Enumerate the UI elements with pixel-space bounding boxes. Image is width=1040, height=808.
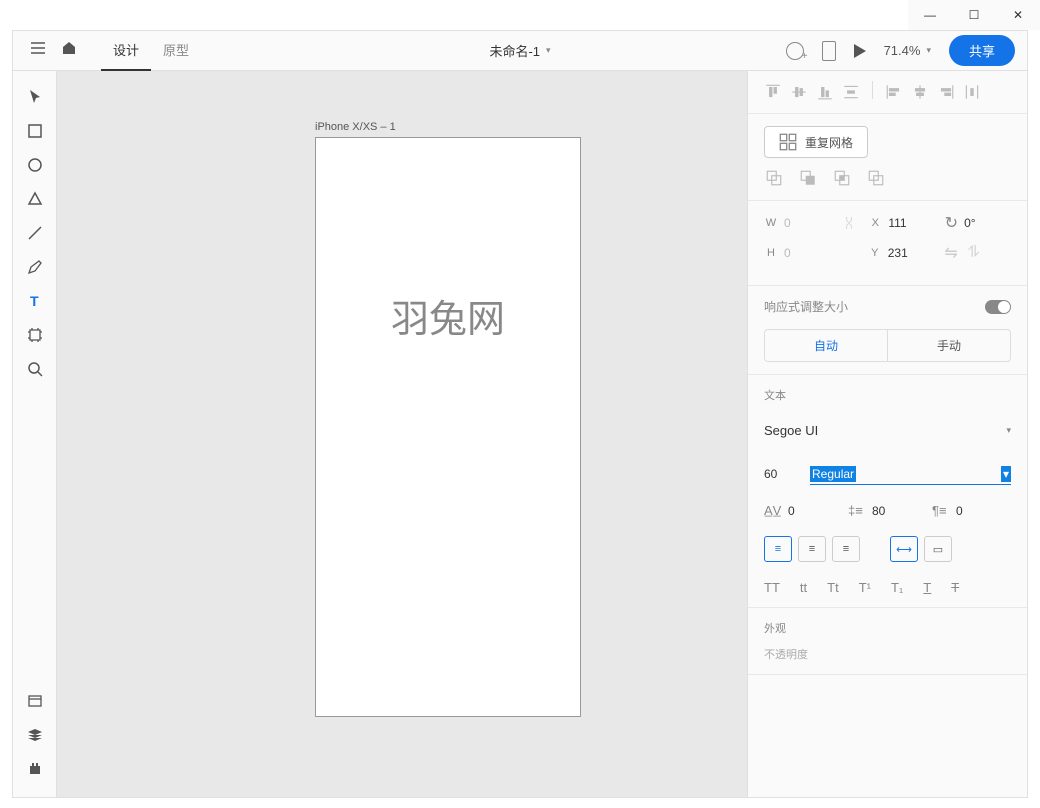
char-spacing-icon: A̲V̲ [764, 503, 782, 518]
responsive-auto-tab[interactable]: 自动 [765, 330, 888, 361]
char-spacing-value[interactable]: 0 [788, 504, 795, 518]
rectangle-tool[interactable] [19, 115, 51, 147]
font-family-value: Segoe UI [764, 423, 818, 438]
align-left-icon[interactable] [883, 81, 905, 103]
flip-h-icon[interactable]: ⇋ [944, 243, 957, 263]
zoom-value: 71.4% [884, 43, 921, 58]
layers-panel-button[interactable] [19, 719, 51, 751]
line-spacing-value[interactable]: 80 [872, 504, 885, 518]
height-value[interactable]: 0 [784, 246, 791, 260]
polygon-tool[interactable] [19, 183, 51, 215]
distribute-h-icon[interactable] [961, 81, 983, 103]
artboard-tool[interactable] [19, 319, 51, 351]
para-spacing-icon: ¶≡ [932, 503, 950, 518]
underline-button[interactable]: T [923, 580, 931, 595]
chevron-down-icon: ▾ [1006, 425, 1011, 436]
rotate-icon: ↻ [945, 213, 958, 233]
document-title-text: 未命名-1 [489, 41, 540, 60]
distribute-v-icon[interactable] [840, 81, 862, 103]
x-label: X [868, 217, 882, 229]
lowercase-button[interactable]: tt [800, 580, 807, 595]
align-right-icon[interactable] [935, 81, 957, 103]
grid-icon [779, 133, 797, 151]
align-bottom-icon[interactable] [814, 81, 836, 103]
y-value[interactable]: 231 [888, 246, 908, 260]
assets-panel-button[interactable] [19, 685, 51, 717]
zoom-tool[interactable] [19, 353, 51, 385]
zoom-dropdown[interactable]: 71.4% ▾ [884, 43, 931, 58]
responsive-label: 响应式调整大小 [764, 298, 848, 315]
flip-v-icon[interactable]: ⥮ [968, 244, 980, 262]
appearance-label: 外观 [764, 620, 1011, 636]
font-family-select[interactable]: Segoe UI ▾ [764, 417, 1011, 445]
lock-aspect-icon[interactable] [840, 214, 858, 232]
align-vcenter-icon[interactable] [788, 81, 810, 103]
font-weight-select[interactable]: Regular ▾ [810, 463, 1011, 485]
bool-intersect-icon[interactable] [832, 168, 852, 188]
chevron-down-icon: ▾ [1001, 466, 1011, 482]
bool-subtract-icon[interactable] [798, 168, 818, 188]
superscript-button[interactable]: T¹ [859, 580, 871, 595]
artboard[interactable]: 羽兔网 [315, 137, 581, 717]
para-spacing-value[interactable]: 0 [956, 504, 963, 518]
home-button[interactable] [49, 39, 89, 62]
rotation-value[interactable]: 0° [964, 216, 975, 230]
minimize-button[interactable]: — [908, 0, 952, 30]
device-preview-button[interactable] [822, 41, 836, 61]
text-tool[interactable]: T [19, 285, 51, 317]
close-button[interactable]: ✕ [996, 0, 1040, 30]
chevron-down-icon: ▾ [546, 45, 551, 56]
repeat-grid-label: 重复网格 [805, 134, 853, 151]
bool-add-icon[interactable] [764, 168, 784, 188]
play-button[interactable] [854, 44, 866, 58]
subscript-button[interactable]: T₁ [891, 580, 903, 595]
text-element[interactable]: 羽兔网 [316, 288, 580, 343]
canvas[interactable]: iPhone X/XS – 1 羽兔网 [57, 71, 747, 797]
text-box-auto-width-button[interactable]: ⟷ [890, 536, 918, 562]
text-align-left-button[interactable]: ≡ [764, 536, 792, 562]
text-section-label: 文本 [764, 387, 1011, 403]
menu-button[interactable] [25, 39, 49, 62]
width-value[interactable]: 0 [784, 216, 791, 230]
width-label: W [764, 217, 778, 229]
plugins-panel-button[interactable] [19, 753, 51, 785]
ellipse-tool[interactable] [19, 149, 51, 181]
pen-tool[interactable] [19, 251, 51, 283]
align-hcenter-icon[interactable] [909, 81, 931, 103]
line-spacing-icon: ‡≡ [848, 503, 866, 518]
opacity-label: 不透明度 [764, 646, 1011, 662]
tab-design[interactable]: 设计 [101, 31, 151, 71]
responsive-manual-tab[interactable]: 手动 [888, 330, 1010, 361]
artboard-label[interactable]: iPhone X/XS – 1 [315, 121, 396, 133]
y-label: Y [868, 247, 882, 259]
chevron-down-icon: ▾ [926, 45, 931, 56]
repeat-grid-button[interactable]: 重复网格 [764, 126, 868, 158]
font-weight-value: Regular [810, 466, 856, 482]
height-label: H [764, 247, 778, 259]
tab-prototype[interactable]: 原型 [151, 31, 201, 71]
uppercase-button[interactable]: TT [764, 580, 780, 595]
bool-exclude-icon[interactable] [866, 168, 886, 188]
invite-user-button[interactable] [786, 42, 804, 60]
select-tool[interactable] [19, 81, 51, 113]
line-tool[interactable] [19, 217, 51, 249]
x-value[interactable]: 111 [888, 216, 906, 230]
text-box-fixed-button[interactable]: ▭ [924, 536, 952, 562]
align-top-icon[interactable] [762, 81, 784, 103]
text-align-right-button[interactable]: ≡ [832, 536, 860, 562]
maximize-button[interactable]: ☐ [952, 0, 996, 30]
share-button[interactable]: 共享 [949, 35, 1015, 66]
text-align-center-button[interactable]: ≡ [798, 536, 826, 562]
font-size-input[interactable]: 60 [764, 463, 798, 485]
svg-text:T: T [30, 293, 39, 309]
responsive-toggle[interactable] [985, 300, 1011, 314]
titlecase-button[interactable]: Tt [827, 580, 839, 595]
strikethrough-button[interactable]: T [951, 580, 959, 595]
document-title[interactable]: 未命名-1 ▾ [489, 41, 550, 60]
